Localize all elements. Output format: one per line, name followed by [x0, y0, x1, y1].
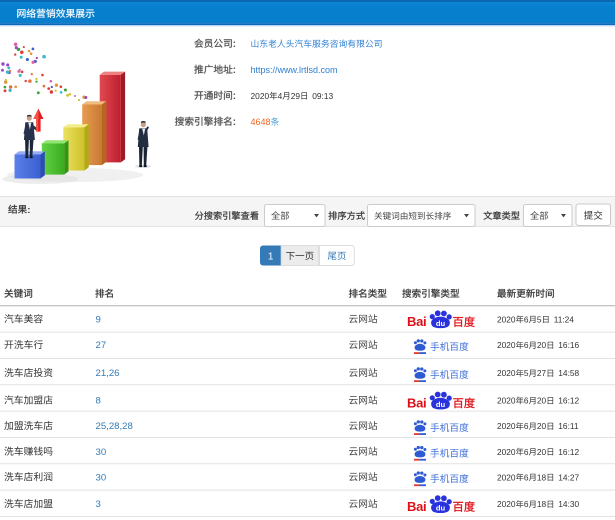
svg-text:20: 20 [537, 447, 547, 457]
svg-text:2020: 2020 [497, 368, 516, 378]
svg-text::: : [233, 91, 236, 102]
svg-text:du: du [436, 504, 446, 513]
svg-text:8: 8 [96, 396, 101, 407]
svg-text:18: 18 [537, 499, 547, 509]
svg-text:6: 6 [524, 472, 529, 482]
svg-text::: : [233, 65, 236, 76]
svg-text:29: 29 [291, 91, 301, 101]
svg-text:20: 20 [537, 340, 547, 350]
svg-text:du: du [436, 400, 446, 409]
svg-text:6: 6 [524, 447, 529, 457]
svg-text:Bai: Bai [407, 499, 426, 514]
svg-text:21,26: 21,26 [96, 368, 120, 379]
svg-text:16:11: 16:11 [558, 421, 579, 431]
svg-text::: : [27, 205, 30, 216]
svg-text:14:30: 14:30 [558, 499, 579, 509]
svg-text:6: 6 [524, 421, 529, 431]
svg-text:Bai: Bai [407, 395, 426, 410]
svg-text:16:16: 16:16 [558, 340, 579, 350]
svg-text:https://www.lrtlsd.com: https://www.lrtlsd.com [251, 65, 338, 75]
svg-text:6: 6 [524, 499, 529, 509]
svg-text:11:24: 11:24 [554, 314, 575, 324]
svg-text:1: 1 [268, 251, 274, 262]
svg-text:30: 30 [96, 472, 107, 483]
svg-text::: : [233, 39, 236, 50]
svg-text:du: du [436, 319, 446, 328]
svg-text:2020: 2020 [251, 91, 270, 101]
svg-text:6: 6 [524, 340, 529, 350]
svg-text:20: 20 [537, 421, 547, 431]
svg-text:16:12: 16:12 [558, 396, 579, 406]
svg-text:14:27: 14:27 [558, 472, 579, 482]
svg-text::: : [233, 117, 236, 128]
svg-text:2020: 2020 [497, 472, 516, 482]
svg-text:18: 18 [537, 472, 547, 482]
svg-text:2020: 2020 [497, 314, 516, 324]
svg-text:2020: 2020 [497, 340, 516, 350]
svg-text:5: 5 [524, 368, 529, 378]
svg-text:20: 20 [537, 396, 547, 406]
svg-text:3: 3 [96, 499, 101, 510]
svg-text:16:12: 16:12 [558, 447, 579, 457]
svg-text:2020: 2020 [497, 447, 516, 457]
svg-text:Bai: Bai [407, 314, 426, 329]
svg-text:27: 27 [96, 340, 107, 351]
svg-text:25,28,28: 25,28,28 [96, 421, 133, 432]
svg-text:9: 9 [96, 314, 101, 325]
svg-text:30: 30 [96, 447, 107, 458]
svg-text:2020: 2020 [497, 499, 516, 509]
svg-text:27: 27 [537, 368, 547, 378]
svg-text:4: 4 [278, 91, 283, 101]
svg-text:5: 5 [537, 314, 542, 324]
svg-text:09:13: 09:13 [312, 91, 333, 101]
svg-text:2020: 2020 [497, 421, 516, 431]
svg-text:6: 6 [524, 396, 529, 406]
svg-text:6: 6 [524, 314, 529, 324]
svg-text:14:58: 14:58 [558, 368, 579, 378]
svg-text:4648: 4648 [251, 117, 271, 127]
svg-text:2020: 2020 [497, 396, 516, 406]
